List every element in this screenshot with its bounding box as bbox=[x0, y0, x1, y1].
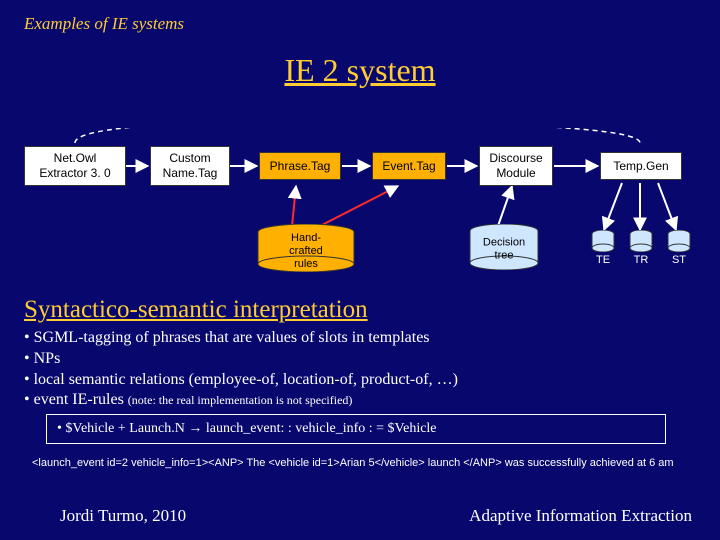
diagram-stage: Net.Owl Extractor 3. 0 Custom Name.Tag P… bbox=[0, 128, 720, 303]
node-decisiontree: Decision tree bbox=[468, 224, 540, 270]
output-st-label: ST bbox=[672, 254, 686, 266]
node-discourse: Discourse Module bbox=[479, 146, 553, 186]
slide-header: Examples of IE systems bbox=[24, 14, 184, 34]
bullet-4-note: (note: the real implementation is not sp… bbox=[128, 393, 353, 407]
node-netowl: Net.Owl Extractor 3. 0 bbox=[24, 146, 126, 186]
rule-code-box: $Vehicle + Launch.N → launch_event: : ve… bbox=[46, 414, 666, 444]
output-tr: TR bbox=[626, 230, 656, 266]
bullet-4: event IE-rules (note: the real implement… bbox=[24, 390, 696, 411]
output-te: TE bbox=[588, 230, 618, 266]
sgml-example: <launch_event id=2 vehicle_info=1><ANP> … bbox=[32, 456, 688, 471]
output-st: ST bbox=[664, 230, 694, 266]
node-event: Event.Tag bbox=[372, 152, 446, 180]
bullet-list: SGML-tagging of phrases that are values … bbox=[24, 328, 696, 411]
output-te-label: TE bbox=[596, 254, 610, 266]
bullet-2: NPs bbox=[24, 349, 696, 370]
bullet-3: local semantic relations (employee-of, l… bbox=[24, 370, 696, 391]
node-tempgen: Temp.Gen bbox=[600, 152, 682, 180]
footer-author: Jordi Turmo, 2010 bbox=[60, 506, 186, 526]
footer-topic: Adaptive Information Extraction bbox=[469, 506, 692, 526]
bullet-1: SGML-tagging of phrases that are values … bbox=[24, 328, 696, 349]
handrules-label: Hand-crafted rules bbox=[281, 232, 331, 272]
decisiontree-label: Decision tree bbox=[483, 236, 525, 262]
output-tr-label: TR bbox=[634, 254, 649, 266]
section-heading: Syntactico-semantic interpretation bbox=[24, 296, 368, 324]
node-handrules: Hand-crafted rules bbox=[256, 224, 356, 272]
node-phrase: Phrase.Tag bbox=[259, 152, 341, 180]
node-custom: Custom Name.Tag bbox=[150, 146, 230, 186]
slide-title: IE 2 system bbox=[0, 52, 720, 89]
